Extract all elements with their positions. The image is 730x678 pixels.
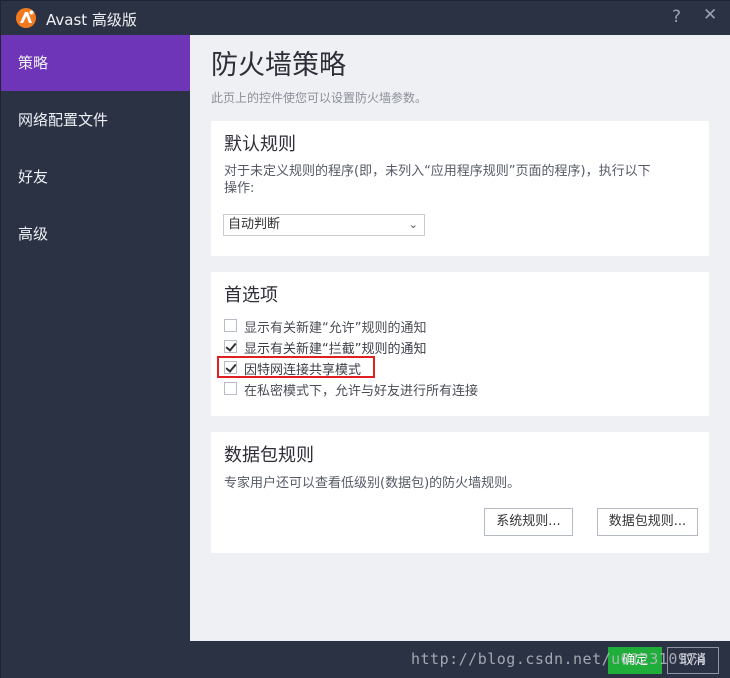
annotation-highlight-box (217, 356, 375, 378)
avast-logo-icon (16, 8, 36, 28)
sidebar-item-advanced[interactable]: 高级 (1, 206, 190, 262)
default-rules-description-line2: 操作: (224, 181, 255, 196)
help-button[interactable]: ? (672, 7, 681, 27)
page-title: 防火墙策略 (211, 50, 346, 81)
close-button[interactable]: ✕ (703, 5, 717, 25)
main-panel: 防火墙策略 此页上的控件使您可以设置防火墙参数。 默认规则 对于未定义规则的程序… (190, 35, 730, 641)
sidebar-item-friends[interactable]: 好友 (1, 149, 190, 205)
default-rules-description-line1: 对于未定义规则的程序(即，未列入“应用程序规则”页面的程序)，执行以下 (224, 164, 651, 179)
packet-rules-description: 专家用户还可以查看低级别(数据包)的防火墙规则。 (224, 476, 521, 491)
checkbox-notify-block[interactable] (224, 340, 237, 353)
option-label: 在私密模式下，允许与好友进行所有连接 (244, 384, 479, 399)
avast-settings-window: Avast 高级版 ? ✕ 策略 网络配置文件 好友 高级 防火墙策略 此页上的… (0, 0, 730, 678)
blog-watermark: http://blog.csdn.net/u012310974 (411, 650, 707, 668)
chevron-down-icon: ⌄ (408, 218, 418, 231)
option-label: 显示有关新建“拦截”规则的通知 (244, 342, 427, 357)
checkbox-private-mode[interactable] (224, 382, 237, 395)
packet-rules-card: 数据包规则 专家用户还可以查看低级别(数据包)的防火墙规则。 系统规则... 数… (211, 432, 709, 553)
packet-rules-title: 数据包规则 (224, 445, 314, 466)
app-title: Avast 高级版 (46, 11, 137, 29)
sidebar: 策略 网络配置文件 好友 高级 (1, 35, 190, 640)
sidebar-item-network-profiles[interactable]: 网络配置文件 (1, 92, 190, 148)
default-rules-title: 默认规则 (224, 134, 296, 155)
option-label: 显示有关新建“允许”规则的通知 (244, 321, 427, 336)
preferences-card: 首选项 显示有关新建“允许”规则的通知 显示有关新建“拦截”规则的通知 因特网连… (211, 272, 709, 416)
sidebar-item-policy[interactable]: 策略 (1, 35, 190, 91)
default-action-value: 自动判断 (228, 217, 281, 232)
default-rules-card: 默认规则 对于未定义规则的程序(即，未列入“应用程序规则”页面的程序)，执行以下… (211, 121, 709, 256)
page-subtitle: 此页上的控件使您可以设置防火墙参数。 (211, 91, 428, 105)
checkbox-notify-allow[interactable] (224, 319, 237, 332)
default-action-select[interactable]: 自动判断 ⌄ (223, 214, 425, 236)
title-bar[interactable]: Avast 高级版 ? ✕ (1, 1, 730, 35)
preferences-title: 首选项 (224, 285, 278, 306)
packet-rules-button[interactable]: 数据包规则... (597, 508, 698, 536)
system-rules-button[interactable]: 系统规则... (484, 508, 573, 536)
